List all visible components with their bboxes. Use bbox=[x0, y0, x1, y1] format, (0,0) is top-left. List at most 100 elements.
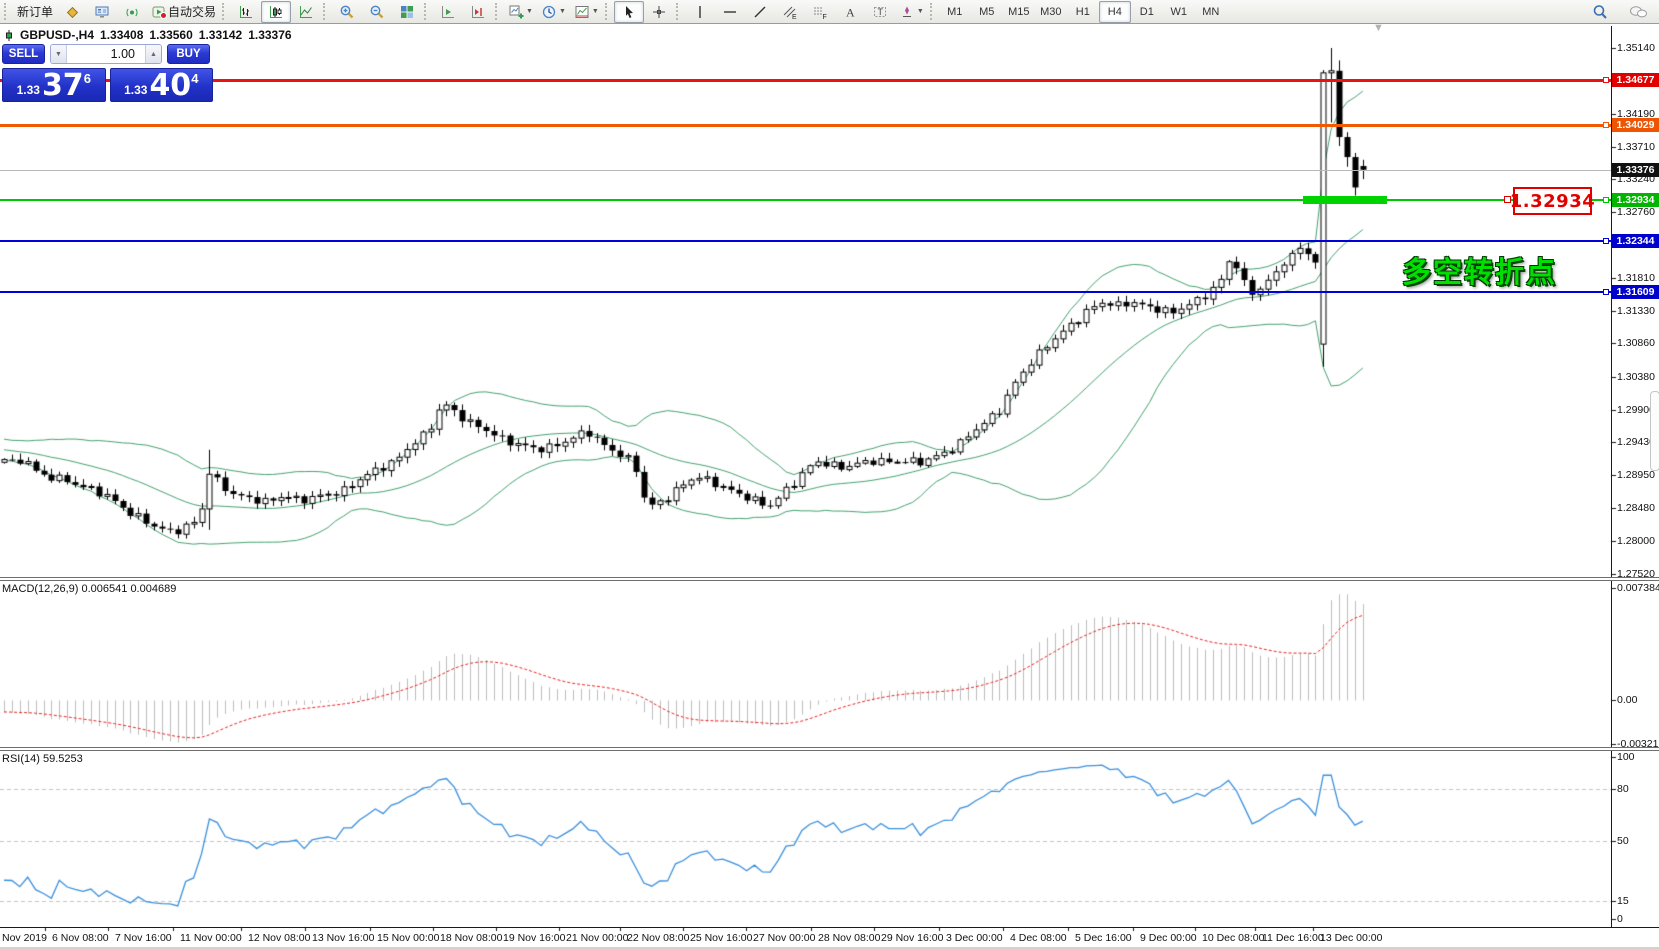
channel-button[interactable]: E bbox=[775, 1, 805, 23]
buy-quote-box[interactable]: 1.33 40 4 bbox=[110, 68, 214, 102]
vertical-scrollbar-thumb[interactable] bbox=[1650, 391, 1659, 471]
sell-quote-box[interactable]: 1.33 37 6 bbox=[2, 68, 106, 102]
callout-anchor-square bbox=[1504, 196, 1511, 203]
svg-text:F: F bbox=[822, 14, 826, 20]
chart-shift-button[interactable] bbox=[463, 1, 493, 23]
scroll-group-grip[interactable] bbox=[424, 3, 430, 20]
chart-type-group-grip[interactable] bbox=[222, 3, 228, 20]
tile-windows-button[interactable] bbox=[392, 1, 422, 23]
draw-group-grip[interactable] bbox=[676, 3, 682, 20]
buy-price-big: 40 bbox=[149, 70, 191, 101]
periods-button[interactable]: ▼ bbox=[537, 1, 570, 23]
svg-text:A: A bbox=[846, 5, 855, 19]
time-axis-label: 11 Nov 00:00 bbox=[180, 932, 242, 944]
sell-price-sup: 6 bbox=[84, 71, 91, 86]
tf-d1[interactable]: D1 bbox=[1131, 1, 1163, 23]
volume-up-button[interactable]: ▲ bbox=[145, 45, 161, 63]
zoom-group-grip[interactable] bbox=[323, 3, 329, 20]
price-axis-label: 1.35140 bbox=[1617, 42, 1655, 54]
market-watch-button[interactable] bbox=[87, 1, 117, 23]
volume-down-button[interactable]: ▼ bbox=[51, 45, 67, 63]
objects-group-grip[interactable] bbox=[495, 3, 501, 20]
timeframes-group-grip[interactable] bbox=[930, 3, 936, 20]
tf-m30[interactable]: M30 bbox=[1035, 1, 1067, 23]
time-axis-line bbox=[0, 927, 1659, 928]
resistance-line-1-anchor-square bbox=[1603, 77, 1609, 83]
tf-h1[interactable]: H1 bbox=[1067, 1, 1099, 23]
chinese-annotation[interactable]: 多空转折点 bbox=[1402, 249, 1557, 291]
crosshair-button[interactable] bbox=[644, 1, 674, 23]
pivot-green-line-highlight-segment[interactable] bbox=[1303, 196, 1387, 204]
signal-icon bbox=[124, 4, 140, 20]
tf-w1[interactable]: W1 bbox=[1163, 1, 1195, 23]
time-axis-label: 6 Nov 08:00 bbox=[52, 932, 109, 944]
tf-h4[interactable]: H4 bbox=[1099, 1, 1131, 23]
zoom-in-icon bbox=[339, 4, 355, 20]
chart-canvas[interactable] bbox=[0, 0, 1659, 949]
volume-value[interactable]: 1.00 bbox=[67, 45, 145, 63]
current-price-line-price-badge: 1.33376 bbox=[1612, 163, 1659, 177]
vertical-line-button[interactable] bbox=[685, 1, 715, 23]
svg-text:E: E bbox=[792, 14, 797, 20]
zoom-out-button[interactable] bbox=[362, 1, 392, 23]
auto-scroll-button[interactable] bbox=[433, 1, 463, 23]
time-axis-label: 22 Nov 08:00 bbox=[627, 932, 689, 944]
signals-button[interactable] bbox=[117, 1, 147, 23]
search-button[interactable] bbox=[1585, 1, 1615, 23]
support-line-1[interactable] bbox=[0, 240, 1611, 242]
text-button[interactable]: A bbox=[835, 1, 865, 23]
resistance-line-2[interactable] bbox=[0, 124, 1611, 127]
ohlc-high: 1.33560 bbox=[149, 28, 192, 42]
resistance-line-2-price-badge: 1.34029 bbox=[1612, 118, 1659, 132]
arrows-button[interactable]: ▼ bbox=[895, 1, 928, 23]
new-chart-button[interactable]: ▼ bbox=[504, 1, 537, 23]
price-callout-label[interactable]: 1.32934 bbox=[1513, 187, 1592, 215]
indicator-axis-label: 15 bbox=[1617, 895, 1629, 907]
candles-chart-button[interactable] bbox=[261, 1, 291, 23]
text-label-button[interactable]: T bbox=[865, 1, 895, 23]
trade-group-grip[interactable] bbox=[4, 3, 10, 20]
zoom-in-button[interactable] bbox=[332, 1, 362, 23]
labelT-icon: T bbox=[872, 4, 888, 20]
indicator-axis-label: 50 bbox=[1617, 835, 1629, 847]
time-axis-label: 27 Nov 00:00 bbox=[753, 932, 815, 944]
sell-button[interactable]: SELL bbox=[2, 44, 45, 64]
cursor-button[interactable] bbox=[614, 1, 644, 23]
tf-mn[interactable]: MN bbox=[1195, 1, 1227, 23]
time-axis-label: 10 Dec 08:00 bbox=[1202, 932, 1264, 944]
vline-icon bbox=[692, 4, 708, 20]
support-line-2-anchor-square bbox=[1603, 289, 1609, 295]
resistance-line-1[interactable] bbox=[0, 79, 1611, 82]
time-axis-label: 12 Nov 08:00 bbox=[248, 932, 310, 944]
pivot-green-line-anchor-square bbox=[1603, 197, 1609, 203]
line-chart-button[interactable] bbox=[291, 1, 321, 23]
buy-button[interactable]: BUY bbox=[167, 44, 210, 64]
pivot-green-line-price-badge: 1.32934 bbox=[1612, 193, 1659, 207]
gold-diamond-icon bbox=[64, 4, 80, 20]
tf-m15[interactable]: M15 bbox=[1003, 1, 1035, 23]
time-axis-label: 9 Dec 00:00 bbox=[1140, 932, 1197, 944]
trendline-button[interactable] bbox=[745, 1, 775, 23]
crosshair-icon bbox=[651, 4, 667, 20]
price-axis-label: 1.28950 bbox=[1617, 469, 1655, 481]
gold-diamond-button[interactable] bbox=[57, 1, 87, 23]
macd-pane-splitter[interactable] bbox=[0, 577, 1659, 581]
rsi-pane-splitter[interactable] bbox=[0, 747, 1659, 751]
chat-button[interactable] bbox=[1623, 1, 1653, 23]
bars-chart-button[interactable] bbox=[231, 1, 261, 23]
time-axis-label: 21 Nov 00:00 bbox=[566, 932, 628, 944]
fibonacci-button[interactable]: F bbox=[805, 1, 835, 23]
templates-button[interactable]: ▼ bbox=[570, 1, 603, 23]
time-axis-label: 3 Dec 00:00 bbox=[946, 932, 1003, 944]
cursor-group-grip[interactable] bbox=[605, 3, 611, 20]
new-order-button[interactable]: 新订单 bbox=[13, 1, 57, 23]
autotrade-button[interactable]: 自动交易 bbox=[147, 1, 220, 23]
candles-icon bbox=[268, 4, 284, 20]
support-line-2-price-badge: 1.31609 bbox=[1612, 285, 1659, 299]
support-line-1-anchor-square bbox=[1603, 238, 1609, 244]
horizontal-line-button[interactable] bbox=[715, 1, 745, 23]
tf-m5[interactable]: M5 bbox=[971, 1, 1003, 23]
resistance-line-2-anchor-square bbox=[1603, 122, 1609, 128]
tf-m1[interactable]: M1 bbox=[939, 1, 971, 23]
support-line-2[interactable] bbox=[0, 291, 1611, 293]
